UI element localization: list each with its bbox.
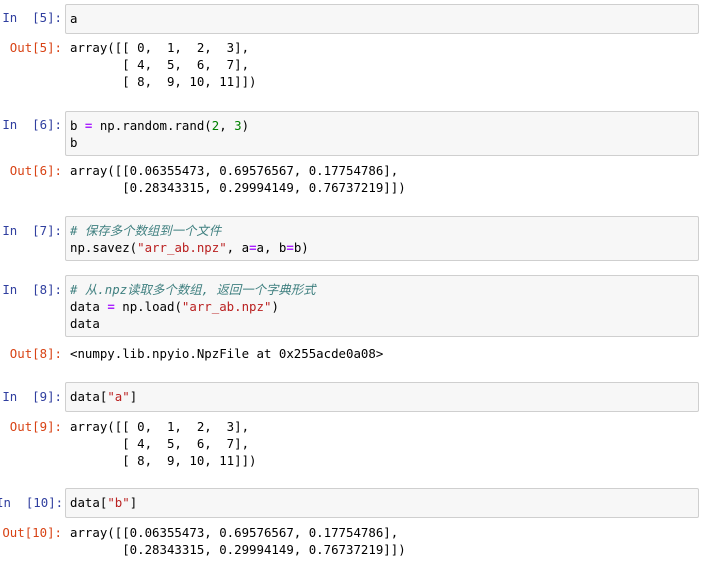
code-line: a xyxy=(70,10,694,27)
in-prompt: In [10]: xyxy=(0,495,64,510)
output-line: [ 8, 9, 10, 11]]) xyxy=(70,74,257,89)
output-line: array([[0.06355473, 0.69576567, 0.177547… xyxy=(70,163,399,178)
code-line: data["a"] xyxy=(70,388,694,405)
out-prompt: Out[5]: xyxy=(9,40,62,55)
output-line: array([[ 0, 1, 2, 3], xyxy=(70,419,250,434)
out-prompt: Out[10]: xyxy=(2,525,62,540)
code-text-savez: np.savez("arr_ab.npz", a=a, b=b) xyxy=(70,240,309,255)
code-input-8[interactable]: # 从.npz读取多个数组, 返回一个字典形式 data = np.load("… xyxy=(65,275,699,337)
code-input-6[interactable]: b = np.random.rand(2, 3) b xyxy=(65,111,699,156)
output-line: [ 4, 5, 6, 7], xyxy=(70,436,250,451)
code-line: # 保存多个数组到一个文件 xyxy=(70,222,694,239)
code-line: # 从.npz读取多个数组, 返回一个字典形式 xyxy=(70,281,694,298)
out-prompt: Out[8]: xyxy=(9,346,62,361)
code-line: b xyxy=(70,135,78,150)
output-line: [0.28343315, 0.29994149, 0.76737219]]) xyxy=(70,180,406,195)
output-area-10: array([[0.06355473, 0.69576567, 0.177547… xyxy=(70,524,700,558)
code-input-5[interactable]: a xyxy=(65,4,699,34)
output-line: [ 8, 9, 10, 11]]) xyxy=(70,453,257,468)
output-line: array([[ 0, 1, 2, 3], xyxy=(70,40,250,55)
code-text-data-b: data["b"] xyxy=(70,495,138,510)
code-input-7[interactable]: # 保存多个数组到一个文件 np.savez("arr_ab.npz", a=a… xyxy=(65,216,699,261)
code-text-data-a: data["a"] xyxy=(70,389,138,404)
output-line: [0.28343315, 0.29994149, 0.76737219]]) xyxy=(70,542,406,557)
code-text: a xyxy=(70,11,78,26)
code-line: data = np.load("arr_ab.npz") xyxy=(70,298,694,315)
output-area-6: array([[0.06355473, 0.69576567, 0.177547… xyxy=(70,162,700,196)
output-area-9: array([[ 0, 1, 2, 3], [ 4, 5, 6, 7], [ 8… xyxy=(70,418,700,469)
in-prompt: In [7]: xyxy=(2,223,62,238)
in-prompt: In [9]: xyxy=(2,389,62,404)
code-line: data["b"] xyxy=(70,494,694,511)
output-line: array([[0.06355473, 0.69576567, 0.177547… xyxy=(70,525,399,540)
code-input-9[interactable]: data["a"] xyxy=(65,382,699,412)
code-text-load: data = np.load("arr_ab.npz") xyxy=(70,299,279,314)
out-prompt: Out[9]: xyxy=(9,419,62,434)
output-area-5: array([[ 0, 1, 2, 3], [ 4, 5, 6, 7], [ 8… xyxy=(70,39,700,90)
code-line: b = np.random.rand(2, 3) xyxy=(70,117,694,134)
in-prompt: In [6]: xyxy=(2,117,62,132)
code-comment: # 从.npz读取多个数组, 返回一个字典形式 xyxy=(70,282,316,297)
output-area-8: <numpy.lib.npyio.NpzFile at 0x255acde0a0… xyxy=(70,345,700,362)
output-line: [ 4, 5, 6, 7], xyxy=(70,57,250,72)
code-comment: # 保存多个数组到一个文件 xyxy=(70,223,222,238)
code-line: data xyxy=(70,316,100,331)
code-input-10[interactable]: data["b"] xyxy=(65,488,699,518)
code-line: np.savez("arr_ab.npz", a=a, b=b) xyxy=(70,239,694,256)
code-text-b-assign: b = np.random.rand(2, 3) xyxy=(70,118,250,133)
in-prompt: In [5]: xyxy=(2,10,62,25)
output-line: <numpy.lib.npyio.NpzFile at 0x255acde0a0… xyxy=(70,346,384,361)
in-prompt: In [8]: xyxy=(2,282,62,297)
out-prompt: Out[6]: xyxy=(9,163,62,178)
